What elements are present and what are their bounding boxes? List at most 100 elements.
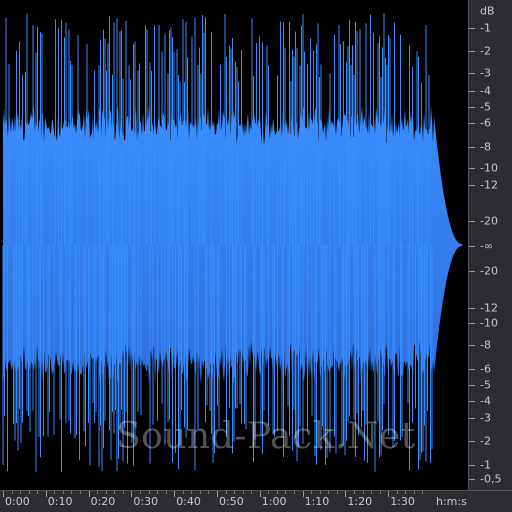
db-tick-mark: [469, 51, 475, 52]
db-tick-label: -2: [480, 434, 491, 448]
time-minor-tick: [413, 491, 415, 494]
time-minor-tick: [396, 491, 398, 494]
time-minor-tick: [422, 491, 424, 494]
time-tick-mark: [259, 491, 261, 497]
time-unit-label: h:m:s: [436, 495, 467, 508]
db-tick-label: -4: [480, 84, 491, 98]
time-tick-mark: [88, 491, 90, 497]
time-minor-tick: [294, 491, 296, 494]
db-tick-label: -2: [480, 44, 491, 58]
db-tick-label: -3: [480, 411, 491, 425]
time-minor-tick: [208, 491, 210, 494]
db-tick-label: -1: [480, 21, 491, 35]
db-tick-label: -5: [480, 378, 491, 392]
time-minor-tick: [37, 491, 39, 494]
db-tick-mark: [469, 168, 475, 169]
time-tick-label: 0:20: [90, 495, 116, 508]
time-tick-label: 1:00: [261, 495, 287, 508]
db-tick-mark: [469, 345, 475, 346]
db-tick-label: -6: [480, 116, 491, 130]
watermark: Sound-Pack.Net: [116, 416, 416, 457]
time-minor-tick: [371, 491, 373, 494]
db-tick-label: -∞: [480, 239, 494, 253]
time-ruler[interactable]: 0:00 0:10 0:20 0:30 0:40 0:50 1:00 1:10 1:20 1:30…: [0, 490, 512, 512]
db-tick-label: -1: [480, 458, 491, 472]
db-tick-mark: [469, 465, 475, 466]
db-tick-mark: [469, 441, 475, 442]
db-tick-mark: [469, 401, 475, 402]
db-tick-label: -20: [480, 264, 498, 278]
time-tick-label: 0:00: [5, 495, 30, 508]
time-minor-tick: [20, 491, 22, 494]
db-tick-label: -10: [480, 316, 498, 330]
time-minor-tick: [311, 491, 313, 494]
time-minor-tick: [405, 491, 407, 494]
db-tick-label: -10: [480, 161, 498, 175]
time-minor-tick: [199, 491, 201, 494]
db-tick-mark: [469, 147, 475, 148]
time-minor-tick: [148, 491, 150, 494]
time-tick-mark: [345, 491, 347, 497]
time-tick-mark: [388, 491, 390, 497]
db-tick-label: -8: [480, 338, 491, 352]
db-tick-mark: [469, 246, 475, 247]
time-tick-mark: [3, 491, 4, 497]
time-tick-mark: [174, 491, 176, 497]
db-tick-label: -6: [480, 362, 491, 376]
time-minor-tick: [336, 491, 338, 494]
time-minor-tick: [191, 491, 193, 494]
db-tick-mark: [469, 91, 475, 92]
time-tick-label: 1:30: [390, 495, 415, 508]
time-minor-tick: [276, 491, 278, 494]
time-minor-tick: [62, 491, 64, 494]
time-tick-mark: [302, 491, 304, 497]
time-minor-tick: [319, 491, 321, 494]
db-tick-mark: [469, 308, 475, 309]
db-tick-label: -4: [480, 394, 491, 408]
time-minor-tick: [251, 491, 253, 494]
time-minor-tick: [285, 491, 287, 494]
db-tick-mark: [469, 185, 475, 186]
db-tick-label: -5: [480, 100, 491, 114]
time-minor-tick: [353, 491, 355, 494]
time-minor-tick: [379, 491, 381, 494]
db-tick-label: -3: [480, 66, 491, 80]
db-tick-label: -0,5: [480, 472, 502, 486]
db-tick-mark: [469, 73, 475, 74]
time-minor-tick: [165, 491, 167, 494]
time-tick-label: 0:10: [47, 495, 73, 508]
time-tick-mark: [45, 491, 47, 497]
time-tick-mark: [131, 491, 133, 497]
time-minor-tick: [139, 491, 141, 494]
time-minor-tick: [362, 491, 364, 494]
db-unit-label: dB: [480, 4, 495, 18]
db-tick-label: -20: [480, 214, 498, 228]
time-tick-label: 0:30: [133, 495, 159, 508]
waveform-view[interactable]: Sound-Pack.Net: [0, 0, 468, 490]
time-minor-tick: [54, 491, 56, 494]
time-minor-tick: [80, 491, 82, 494]
time-minor-tick: [328, 491, 330, 494]
time-tick-mark: [217, 491, 218, 497]
time-tick-label: 0:40: [176, 495, 201, 508]
db-tick-mark: [469, 221, 475, 222]
db-tick-mark: [469, 385, 475, 386]
time-minor-tick: [157, 491, 159, 494]
time-minor-tick: [234, 491, 236, 494]
db-tick-mark: [469, 369, 475, 370]
db-tick-mark: [469, 479, 475, 480]
time-tick-label: 1:10: [304, 495, 330, 508]
db-tick-label: -8: [480, 140, 491, 154]
time-tick-label: 0:50: [219, 495, 244, 508]
time-minor-tick: [242, 491, 244, 494]
time-minor-tick: [105, 491, 107, 494]
time-minor-tick: [122, 491, 124, 494]
time-tick-label: 1:20: [347, 495, 373, 508]
db-tick-label: -12: [480, 178, 498, 192]
time-minor-tick: [71, 491, 73, 494]
time-minor-tick: [11, 491, 13, 494]
time-minor-tick: [182, 491, 184, 494]
db-tick-mark: [469, 107, 475, 108]
db-tick-label: -12: [480, 301, 498, 315]
time-minor-tick: [268, 491, 270, 494]
